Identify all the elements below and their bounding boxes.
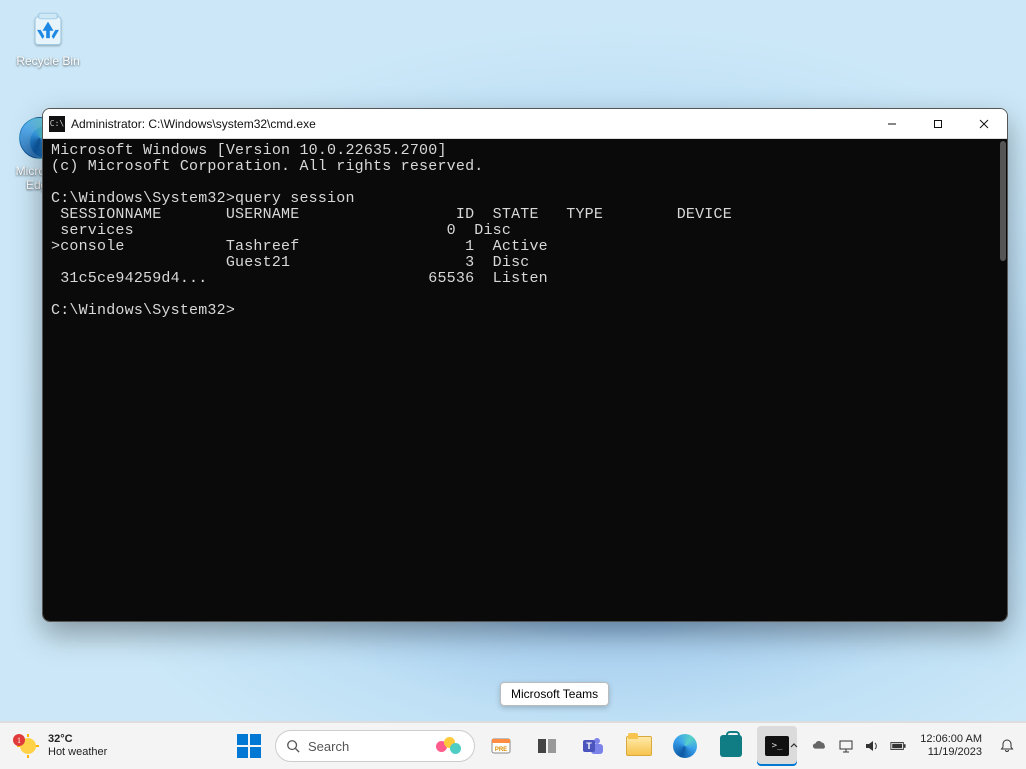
start-button[interactable] — [229, 726, 269, 766]
weather-desc: Hot weather — [48, 746, 107, 759]
edge-icon — [673, 734, 697, 758]
clock-date: 11/19/2023 — [920, 746, 982, 759]
taskview-icon — [536, 735, 558, 757]
console-row: Guest21 3 Disc — [51, 254, 529, 271]
folder-icon — [626, 736, 652, 756]
taskbar-center: Search PRE T — [229, 726, 797, 766]
taskbar-app-store[interactable] — [711, 726, 751, 766]
taskbar-app-dev[interactable]: PRE — [481, 726, 521, 766]
console-line: (c) Microsoft Corporation. All rights re… — [51, 158, 483, 175]
tray-volume-icon[interactable] — [864, 738, 880, 754]
search-highlight-icon — [436, 737, 464, 755]
cmd-window[interactable]: C:\ Administrator: C:\Windows\system32\c… — [42, 108, 1008, 622]
taskbar-search[interactable]: Search — [275, 730, 475, 762]
weather-icon: 1 — [12, 732, 40, 760]
svg-text:1: 1 — [17, 736, 21, 745]
search-icon — [286, 739, 300, 753]
maximize-button[interactable] — [915, 109, 961, 139]
taskbar-clock[interactable]: 12:06:00 AM 11/19/2023 — [916, 733, 986, 759]
windows-logo-icon — [237, 734, 261, 758]
notifications-button[interactable] — [996, 738, 1018, 754]
weather-temp: 32°C — [48, 733, 107, 746]
taskbar-app-taskview[interactable] — [527, 726, 567, 766]
taskbar-tooltip: Microsoft Teams — [500, 682, 609, 706]
console-line: Microsoft Windows [Version 10.0.22635.27… — [51, 142, 447, 159]
taskbar-app-explorer[interactable] — [619, 726, 659, 766]
console-prompt: C:\Windows\System32> — [51, 190, 235, 207]
terminal-icon: >_ — [765, 736, 789, 756]
console-row: 31c5ce94259d4... 65536 Listen — [51, 270, 548, 287]
console-row: services 0 Disc — [51, 222, 511, 239]
taskbar-weather-widget[interactable]: 1 32°C Hot weather — [0, 732, 160, 760]
taskbar: 1 32°C Hot weather Search PRE — [0, 721, 1026, 769]
taskbar-app-terminal[interactable]: >_ — [757, 726, 797, 766]
desktop-icon-recycle-bin[interactable]: Recycle Bin — [12, 6, 84, 68]
system-tray: 12:06:00 AM 11/19/2023 — [786, 733, 1026, 759]
tray-network-icon[interactable] — [838, 738, 854, 754]
store-icon — [720, 735, 742, 757]
tray-battery-icon[interactable] — [890, 738, 906, 754]
console-scrollbar[interactable] — [1000, 141, 1006, 261]
window-titlebar[interactable]: C:\ Administrator: C:\Windows\system32\c… — [43, 109, 1007, 139]
recycle-bin-icon — [26, 6, 70, 50]
clock-time: 12:06:00 AM — [920, 733, 982, 746]
search-label: Search — [308, 739, 428, 754]
minimize-button[interactable] — [869, 109, 915, 139]
cmd-app-icon: C:\ — [49, 116, 65, 132]
tray-onedrive-icon[interactable] — [812, 738, 828, 754]
close-button[interactable] — [961, 109, 1007, 139]
console-output[interactable]: Microsoft Windows [Version 10.0.22635.27… — [43, 139, 1007, 621]
console-command: query session — [235, 190, 355, 207]
taskbar-app-edge[interactable] — [665, 726, 705, 766]
desktop-icon-label: Recycle Bin — [12, 54, 84, 68]
teams-icon: T — [581, 734, 605, 758]
window-title: Administrator: C:\Windows\system32\cmd.e… — [71, 117, 316, 131]
svg-text:T: T — [586, 741, 592, 751]
console-row: >console Tashreef 1 Active — [51, 238, 548, 255]
taskbar-app-teams[interactable]: T — [573, 726, 613, 766]
svg-text:PRE: PRE — [495, 747, 507, 753]
console-prompt: C:\Windows\System32> — [51, 302, 235, 319]
dev-preview-icon: PRE — [489, 734, 513, 758]
console-headers: SESSIONNAME USERNAME ID STATE TYPE DEVIC… — [51, 206, 732, 223]
